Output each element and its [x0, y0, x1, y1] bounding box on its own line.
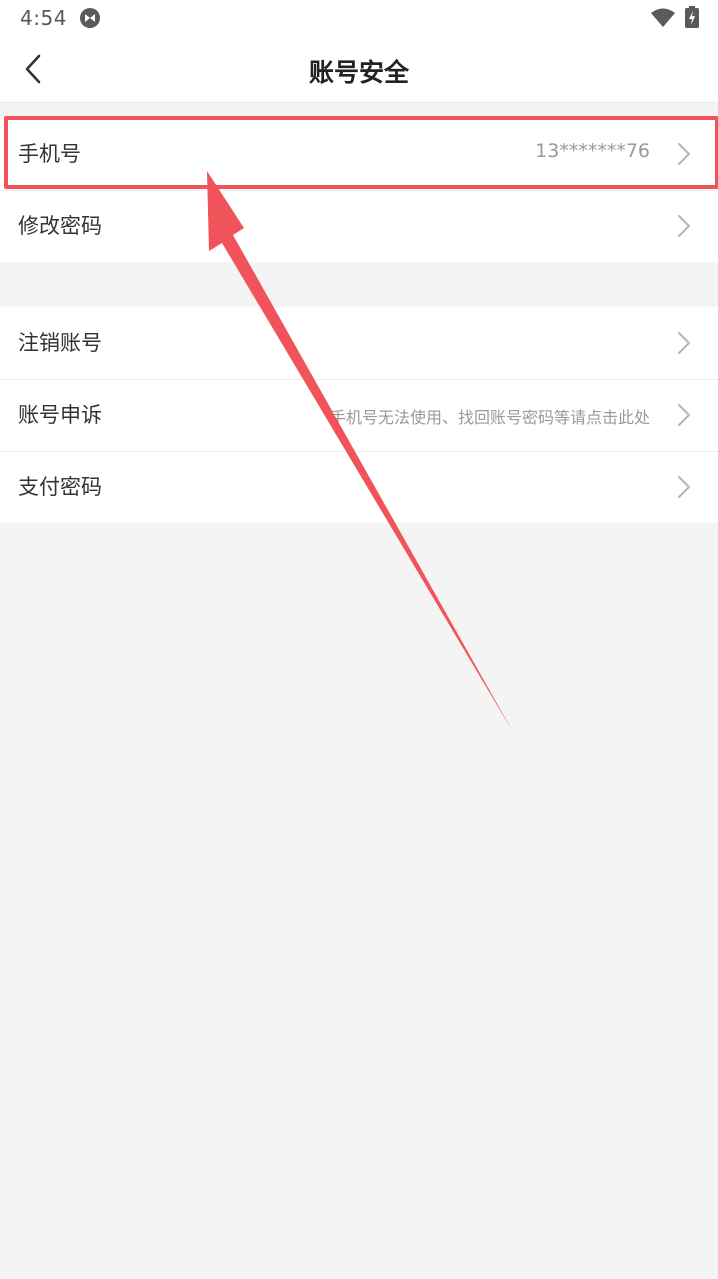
chevron-right-icon	[678, 404, 690, 426]
wifi-icon	[651, 8, 675, 27]
chevron-right-icon	[678, 332, 690, 354]
battery-charging-icon	[685, 6, 699, 28]
status-time: 4:54	[20, 6, 67, 30]
row-label: 账号申诉	[18, 403, 102, 427]
row-change-password[interactable]: 修改密码	[0, 190, 718, 262]
phone-number-value: 13*******76	[535, 140, 650, 162]
row-label: 注销账号	[18, 331, 102, 355]
app-notification-icon	[80, 8, 100, 28]
row-label: 修改密码	[18, 214, 102, 238]
row-account-appeal[interactable]: 账号申诉 手机号无法使用、找回账号密码等请点击此处	[0, 379, 718, 451]
row-cancel-account[interactable]: 注销账号	[0, 307, 718, 379]
page-title: 账号安全	[308, 58, 409, 87]
row-label: 手机号	[18, 142, 81, 166]
settings-group-account: 手机号 13*******76 修改密码	[0, 118, 718, 262]
chevron-right-icon	[678, 143, 690, 165]
row-payment-password[interactable]: 支付密码	[0, 451, 718, 523]
appeal-hint-text: 手机号无法使用、找回账号密码等请点击此处	[329, 408, 650, 427]
chevron-right-icon	[678, 215, 690, 237]
status-bar: 4:54	[0, 0, 718, 36]
nav-bar: 账号安全	[0, 36, 718, 103]
settings-group-security: 注销账号 账号申诉 手机号无法使用、找回账号密码等请点击此处 支付密码	[0, 307, 718, 523]
row-phone-number[interactable]: 手机号 13*******76	[0, 118, 718, 190]
row-label: 支付密码	[18, 475, 102, 499]
chevron-right-icon	[678, 476, 690, 498]
